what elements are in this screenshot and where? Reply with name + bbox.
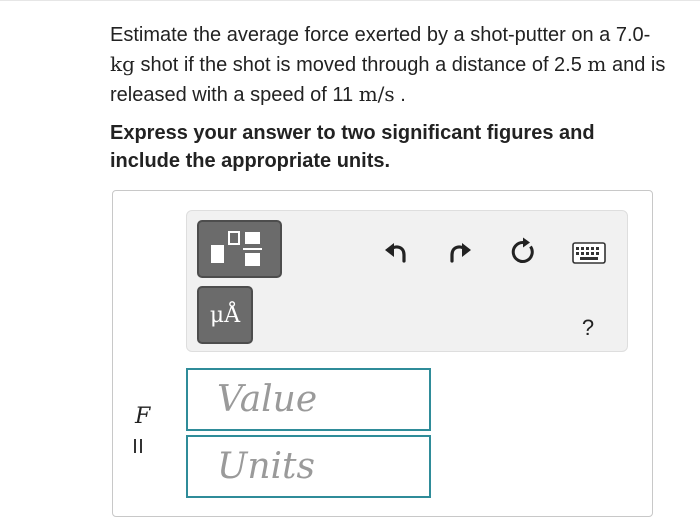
keyboard-button[interactable] [572, 242, 606, 264]
units-input[interactable]: Units [186, 435, 431, 498]
question-part-2: shot if the shot is moved through a dist… [134, 54, 588, 76]
unit-kg: kg [110, 52, 135, 76]
undo-button[interactable] [384, 239, 410, 265]
math-toolbar: μÅ ? [186, 210, 628, 352]
question-part-4: . [394, 84, 406, 106]
redo-icon [450, 243, 471, 263]
redo-button[interactable] [446, 239, 472, 265]
units-button[interactable]: μÅ [197, 286, 253, 344]
keyboard-icon [572, 242, 606, 264]
unit-speed: m/s [358, 82, 395, 106]
units-icon: μÅ [209, 303, 241, 328]
value-input[interactable]: Value [186, 368, 431, 431]
question-part-1: Estimate the average force exerted by a … [110, 24, 651, 46]
variable-label: F [135, 404, 151, 429]
reset-icon [511, 237, 534, 263]
help-button[interactable]: ? [578, 315, 598, 341]
question-text: Estimate the average force exerted by a … [110, 21, 670, 110]
undo-icon [385, 243, 406, 263]
answer-instruction: Express your answer to two significant f… [110, 122, 595, 172]
answer-box: μÅ ? F Value Units [112, 190, 653, 517]
equals-sign [131, 439, 147, 453]
top-divider [0, 0, 700, 1]
templates-button[interactable] [197, 220, 282, 278]
help-icon: ? [581, 315, 595, 340]
unit-m: m [587, 52, 607, 76]
reset-button[interactable] [508, 237, 538, 267]
templates-icon [211, 231, 262, 266]
